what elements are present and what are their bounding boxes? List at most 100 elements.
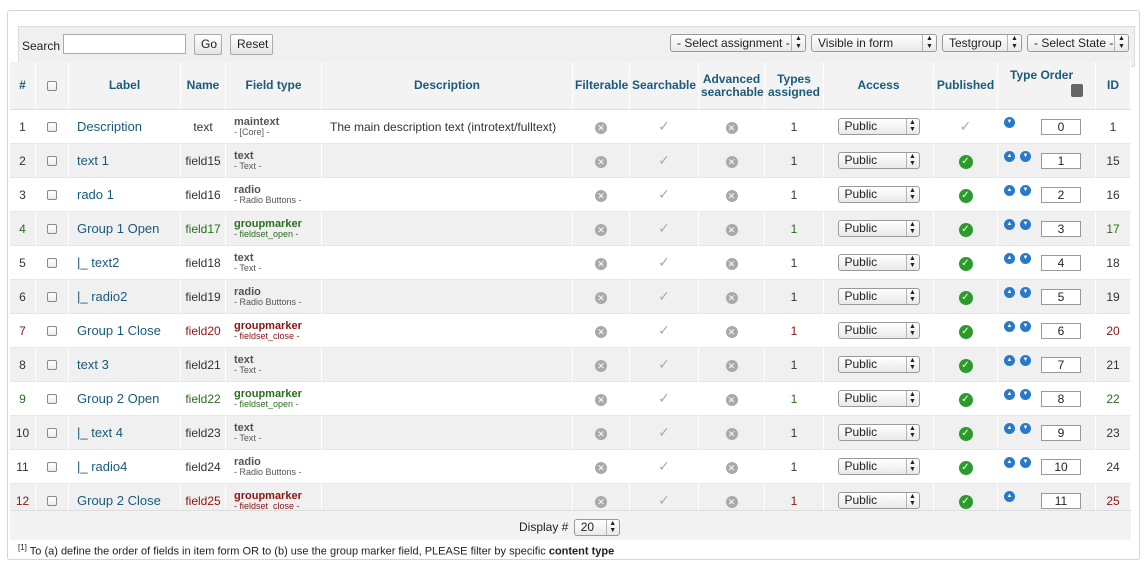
row-checkbox[interactable] [47,428,57,439]
cross-icon[interactable]: ✕ [725,223,738,236]
move-up-icon[interactable]: ▲ [1004,457,1015,468]
move-up-icon[interactable]: ▲ [1004,185,1015,196]
order-input[interactable] [1041,493,1081,509]
move-down-icon[interactable]: ▼ [1020,287,1031,298]
cross-icon[interactable]: ✕ [595,359,607,372]
move-down-icon[interactable]: ▼ [1020,151,1031,162]
cross-icon[interactable]: ✕ [595,223,607,236]
move-down-icon[interactable]: ▼ [1020,321,1031,332]
published-check-icon[interactable]: ✓ [958,222,973,237]
move-up-icon[interactable]: ▲ [1004,491,1015,502]
row-checkbox[interactable] [47,496,57,507]
move-down-icon[interactable]: ▼ [1020,457,1031,468]
cross-icon[interactable]: ✕ [595,155,607,168]
field-label-link[interactable]: Group 2 Close [77,493,161,508]
col-id[interactable]: ID [1096,62,1131,110]
row-checkbox[interactable] [47,360,57,371]
row-checkbox[interactable] [47,258,57,269]
cross-icon[interactable]: ✕ [595,121,607,134]
access-select[interactable]: Public ▲ ▼ [837,288,920,305]
access-select[interactable]: Public ▲ ▼ [837,356,920,373]
published-check-icon[interactable]: ✓ [958,392,973,407]
cross-icon[interactable]: ✕ [595,291,607,304]
move-down-icon[interactable]: ▼ [1020,389,1031,400]
col-filterable[interactable]: Filterable [573,62,630,110]
checkmark-icon[interactable]: ✓ [658,220,670,236]
col-access[interactable]: Access [824,62,934,110]
access-select[interactable]: Public ▲ ▼ [837,424,920,441]
move-up-icon[interactable]: ▲ [1004,355,1015,366]
cross-icon[interactable]: ✕ [725,393,738,406]
published-check-icon[interactable]: ✓ [958,188,973,203]
published-check-icon[interactable]: ✓ [958,154,973,169]
col-published[interactable]: Published [934,62,998,110]
checkmark-icon[interactable]: ✓ [658,186,670,202]
access-select[interactable]: Public ▲ ▼ [837,390,920,407]
cross-icon[interactable]: ✕ [595,495,607,508]
col-searchable[interactable]: Searchable [630,62,699,110]
cross-icon[interactable]: ✕ [595,257,607,270]
order-input[interactable] [1041,391,1081,407]
access-select[interactable]: Public ▲ ▼ [837,186,920,203]
order-input[interactable] [1041,357,1081,373]
field-label-link[interactable]: Group 2 Open [77,391,159,406]
go-button[interactable]: Go [194,34,222,55]
order-input[interactable] [1041,119,1081,135]
published-check-icon[interactable]: ✓ [958,324,973,339]
access-select[interactable]: Public ▲ ▼ [837,492,920,509]
row-checkbox[interactable] [47,394,57,405]
order-input[interactable] [1041,187,1081,203]
row-checkbox[interactable] [47,190,57,201]
row-checkbox[interactable] [47,292,57,303]
move-down-icon[interactable]: ▼ [1020,253,1031,264]
access-select[interactable]: Public ▲ ▼ [837,254,920,271]
field-label-link[interactable]: |_ radio2 [77,289,127,304]
col-field-type[interactable]: Field type [226,62,322,110]
checkmark-icon[interactable]: ✓ [658,356,670,372]
order-input[interactable] [1041,459,1081,475]
access-select[interactable]: Public ▲ ▼ [837,322,920,339]
move-up-icon[interactable]: ▲ [1004,321,1015,332]
cross-icon[interactable]: ✕ [725,325,738,338]
cross-icon[interactable]: ✕ [725,359,738,372]
order-input[interactable] [1041,153,1081,169]
published-check-icon[interactable]: ✓ [958,460,973,475]
select-visibility[interactable]: Visible in form ▲ ▼ [811,34,937,52]
move-down-icon[interactable]: ▼ [1020,219,1031,230]
field-label-link[interactable]: rado 1 [77,187,114,202]
cross-icon[interactable]: ✕ [725,461,738,474]
access-select[interactable]: Public ▲ ▼ [837,220,920,237]
select-group[interactable]: Testgroup ▲ ▼ [942,34,1022,52]
move-up-icon[interactable]: ▲ [1004,287,1015,298]
select-all-checkbox[interactable] [47,80,57,91]
checkmark-icon[interactable]: ✓ [658,424,670,440]
field-label-link[interactable]: |_ text 4 [77,425,123,440]
order-input[interactable] [1041,221,1081,237]
published-check-icon[interactable]: ✓ [958,290,973,305]
published-tick-icon[interactable]: ✓ [960,118,972,134]
reset-button[interactable]: Reset [230,34,273,55]
cross-icon[interactable]: ✕ [725,121,738,134]
col-types-assigned[interactable]: Types assigned [765,62,824,110]
cross-icon[interactable]: ✕ [725,189,738,202]
select-state[interactable]: - Select State - ▲ ▼ [1027,34,1129,52]
cross-icon[interactable]: ✕ [725,257,738,270]
move-up-icon[interactable]: ▲ [1004,389,1015,400]
order-input[interactable] [1041,425,1081,441]
order-input[interactable] [1041,289,1081,305]
cross-icon[interactable]: ✕ [725,155,738,168]
display-count-select[interactable]: 20 ▲ ▼ [573,519,620,536]
cross-icon[interactable]: ✕ [595,325,607,338]
published-check-icon[interactable]: ✓ [958,256,973,271]
checkmark-icon[interactable]: ✓ [658,390,670,406]
checkmark-icon[interactable]: ✓ [658,118,670,134]
cross-icon[interactable]: ✕ [595,393,607,406]
access-select[interactable]: Public ▲ ▼ [837,458,920,475]
checkmark-icon[interactable]: ✓ [658,322,670,338]
move-up-icon[interactable]: ▲ [1004,253,1015,264]
cross-icon[interactable]: ✕ [725,427,738,440]
field-label-link[interactable]: Group 1 Open [77,221,159,236]
field-label-link[interactable]: Group 1 Close [77,323,161,338]
checkmark-icon[interactable]: ✓ [658,458,670,474]
move-up-icon[interactable]: ▲ [1004,151,1015,162]
